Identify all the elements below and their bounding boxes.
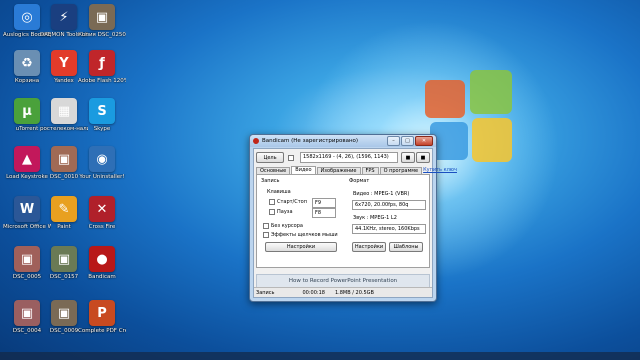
desktop-icon-label: Копия DSC_0250 [78, 32, 126, 38]
photo-file-icon: ▣ [89, 4, 115, 30]
desktop-icon-label: Cross Fire [88, 224, 116, 230]
pause-label: Пауза [277, 209, 293, 215]
start-stop-checkbox[interactable] [269, 199, 275, 205]
paint-icon: ✎ [51, 196, 77, 222]
word-icon: W [14, 196, 40, 222]
photo-file-icon-6: ▣ [51, 300, 77, 326]
status-time: 00:00:18 [302, 289, 325, 296]
flash-icon: ƒ [89, 50, 115, 76]
buy-key-link[interactable]: Купить ключ [423, 166, 457, 174]
recording-group-label: Запись [261, 178, 280, 184]
photo-file-icon-5: ▣ [14, 300, 40, 326]
video-tab-panel: Запись Клавиша Старт/Стоп F9 Пауза F8 Бе… [256, 174, 430, 268]
taskbar[interactable] [0, 352, 640, 360]
skype-icon: S [89, 98, 115, 124]
pause-checkbox[interactable] [269, 209, 275, 215]
title-bar[interactable]: Bandicam (Не зарегистрировано) – □ ✕ [250, 135, 436, 147]
desktop-icon[interactable]: ƒ Adobe Flash 120% [78, 50, 126, 85]
bandicam-window[interactable]: Bandicam (Не зарегистрировано) – □ ✕ Цел… [249, 134, 457, 302]
maximize-button[interactable]: □ [401, 136, 414, 146]
photo-file-icon-3: ▣ [14, 246, 40, 272]
stop-button[interactable]: ■ [416, 152, 430, 163]
templates-button[interactable]: Шаблоны [389, 242, 423, 252]
utorrent-icon: µ [14, 98, 40, 124]
desktop-icon-label: Bandicam [88, 274, 116, 280]
start-stop-key-field[interactable]: F9 [312, 198, 336, 208]
windows-logo-green [470, 70, 512, 114]
desktop-icon-label: Adobe Flash 120% [78, 78, 126, 84]
status-bar: Запись 00:00:18 1.8MB / 20.5GB [254, 287, 432, 297]
format-group-label: Формат [349, 178, 370, 184]
app-icon: ▲ [14, 146, 40, 172]
start-stop-label: Старт/Стоп [277, 199, 307, 205]
daemon-tools-icon: ⚡ [51, 4, 77, 30]
desktop-icon[interactable]: ✕ Cross Fire [78, 196, 126, 231]
tab-strip: Основные Видео Изображение FPS О програм… [256, 166, 457, 175]
no-cursor-checkbox[interactable] [263, 223, 269, 229]
windows-logo [425, 80, 465, 118]
mouse-effects-row: Эффекты щелчков мыши [263, 232, 338, 238]
recording-settings-button[interactable]: Настройки [265, 242, 337, 252]
video-format-info: Видео : MPEG-1 (VBR) [353, 191, 410, 197]
desktop-icon[interactable]: ● Bandicam [78, 246, 126, 281]
windows-logo-yellow [472, 118, 512, 162]
hotkey-label: Клавиша [267, 189, 291, 195]
start-stop-row: Старт/Стоп [269, 199, 307, 205]
toolbar: Цель 1582x1169 - (4, 26), (1596, 1143) ■… [256, 152, 430, 163]
yandex-icon: Y [51, 50, 77, 76]
bandicam-icon: ● [89, 246, 115, 272]
record-button[interactable]: ■ [401, 152, 415, 163]
mouse-effects-checkbox[interactable] [263, 232, 269, 238]
desktop-icon[interactable]: P Complete PDF Creator fre... [78, 300, 126, 335]
window-title: Bandicam (Не зарегистрировано) [262, 138, 359, 144]
target-button[interactable]: Цель [256, 152, 284, 163]
crossfire-icon: ✕ [89, 196, 115, 222]
desktop-icon[interactable]: ▣ Копия DSC_0250 [78, 4, 126, 39]
recycle-bin-icon: ♻ [14, 50, 40, 76]
desktop-icon[interactable]: ◉ Your Uninstaller! [78, 146, 126, 181]
photo-file-icon-2: ▣ [51, 146, 77, 172]
target-checkbox[interactable] [288, 154, 294, 161]
mouse-effects-label: Эффекты щелчков мыши [271, 232, 338, 238]
audio-format-detail: 44.1KHz, stereo, 160Kbps [352, 224, 426, 234]
desktop-icon[interactable]: S Skype [78, 98, 126, 133]
close-button[interactable]: ✕ [415, 136, 433, 146]
window-client: Цель 1582x1169 - (4, 26), (1596, 1143) ■… [253, 148, 457, 298]
rostelecom-icon: ▦ [51, 98, 77, 124]
desktop-icon-label: Your Uninstaller! [79, 174, 125, 180]
no-cursor-row: Без курсора [263, 223, 303, 229]
pause-row: Пауза [269, 209, 293, 215]
coords-field: 1582x1169 - (4, 26), (1596, 1143) [300, 152, 398, 163]
uninstaller-icon: ◉ [89, 146, 115, 172]
pdf-creator-icon: P [89, 300, 115, 326]
format-settings-button[interactable]: Настройки [352, 242, 386, 252]
desktop-icon-label: Complete PDF Creator fre... [78, 328, 126, 334]
no-cursor-label: Без курсора [271, 223, 303, 229]
photo-file-icon-4: ▣ [51, 246, 77, 272]
pause-key-field[interactable]: F8 [312, 208, 336, 218]
auslogics-icon: ◎ [14, 4, 40, 30]
minimize-button[interactable]: – [387, 136, 400, 146]
status-label: Запись [256, 289, 275, 296]
desktop-icon-label: Skype [93, 126, 111, 132]
bandicam-logo-icon [253, 138, 259, 144]
audio-format-info: Звук : MPEG-1 L2 [353, 215, 397, 221]
status-size: 1.8MB / 20.5GB [334, 289, 374, 296]
video-format-detail: 6x720, 20.00fps, 80q [352, 200, 426, 210]
